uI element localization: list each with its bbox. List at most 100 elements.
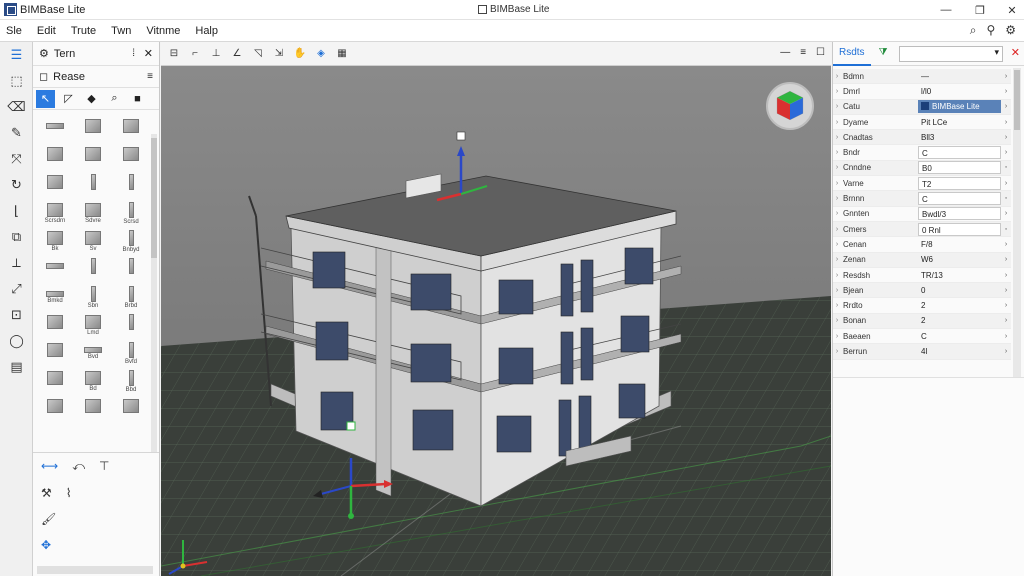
dropdown-arrow-icon[interactable]: › [1001,302,1011,309]
properties-close-icon[interactable]: ✕ [1011,46,1020,59]
draw-tool-icon[interactable]: ◸ [59,90,78,108]
property-value[interactable]: 0 Rnl [918,222,1001,236]
measure-icon[interactable]: ⊡ [0,302,33,328]
menu-item-view[interactable]: Twn [111,25,131,37]
expand-icon[interactable]: › [833,241,841,248]
property-value[interactable]: C [918,146,1001,160]
section-icon[interactable]: ◹ [251,48,265,59]
3d-viewport[interactable]: ⊟ ⌐ ⊥ ∠ ◹ ⇲ ✋ ◈ ▦ — ≡ ☐ [161,42,831,576]
property-value[interactable]: TR/13 [918,269,1001,282]
layers-icon[interactable]: ▤ [0,354,33,380]
scale-icon[interactable]: ⤢ [0,276,33,302]
expand-icon[interactable]: › [833,73,841,80]
properties-selector[interactable]: ▾ [899,46,1003,62]
viewport-maximize-icon[interactable]: ☐ [816,47,825,58]
line-tool-icon[interactable]: ⟷ [41,459,58,474]
element-library-item[interactable] [113,396,149,424]
dropdown-arrow-icon[interactable]: › [1001,119,1011,126]
element-library-item[interactable] [75,396,111,424]
property-row[interactable]: › Dyame Pit LCe › [833,115,1011,131]
element-library-item[interactable]: Bk [37,228,73,256]
tool-panel-hscrollbar[interactable] [37,566,153,574]
orbit-icon[interactable]: ◯ [0,328,33,354]
pick-icon[interactable]: ⇲ [272,48,286,59]
zoom-tool-icon[interactable]: ⌕ [105,90,124,108]
element-library-item[interactable] [37,172,73,200]
expand-icon[interactable]: › [833,302,841,309]
element-library-item[interactable] [75,144,111,172]
expand-icon[interactable]: › [833,272,841,279]
element-library-item[interactable] [37,368,73,396]
property-row[interactable]: › Rrdto 2 › [833,298,1011,314]
settings-icon[interactable]: ⚙ [1005,23,1016,38]
trim-icon[interactable]: ⟂ [0,250,33,276]
account-icon[interactable]: ⚲ [986,23,995,38]
pin-icon[interactable]: ⁞ [132,48,135,59]
tool-panel-scrollbar[interactable] [151,134,157,474]
rebar-tool-icon[interactable]: ⚒ [41,486,52,500]
property-value[interactable]: l/l0 [918,85,1001,98]
viewport-minimize-icon[interactable]: — [780,47,790,58]
viewport-options-icon[interactable]: ≡ [800,47,806,58]
dropdown-arrow-icon[interactable]: › [1001,348,1011,355]
property-row[interactable]: › Resdsh TR/13 › [833,268,1011,284]
view-layout-icon[interactable]: ⊟ [167,48,181,59]
dropdown-arrow-icon[interactable]: › [1001,149,1011,156]
property-row[interactable]: › Cmers 0 Rnl ◦ [833,221,1011,238]
element-library-item[interactable]: Sv [75,228,111,256]
category-menu-icon[interactable]: ≡ [147,71,153,82]
property-value[interactable]: C [918,192,1001,206]
expand-icon[interactable]: › [833,119,841,126]
element-library-item[interactable]: Bvfd [113,340,149,368]
element-library-item[interactable] [37,312,73,340]
dropdown-arrow-icon[interactable]: › [1001,287,1011,294]
rotate-icon[interactable]: ↻ [0,172,33,198]
property-value[interactable]: — [918,70,1001,83]
dropdown-arrow-icon[interactable]: › [1001,103,1011,110]
move-icon[interactable]: ⤧ [0,146,33,172]
property-row[interactable]: › Cenan F/8 › [833,237,1011,253]
dropdown-arrow-icon[interactable]: › [1001,256,1011,263]
fill-tool-icon[interactable]: ■ [128,90,147,108]
pen-icon[interactable]: ✎ [0,120,33,146]
expand-icon[interactable]: › [833,256,841,263]
element-library-item[interactable]: Sdvre [75,200,111,228]
snap-icon[interactable]: ⌐ [188,48,202,59]
element-library-item[interactable] [37,256,73,284]
element-library-item[interactable] [37,340,73,368]
property-value[interactable]: T2 [918,176,1001,190]
tee-tool-icon[interactable]: ⊤ [99,459,109,474]
select-icon[interactable]: ⬚ [0,68,33,94]
property-value[interactable]: 4l [918,345,1001,358]
dropdown-arrow-icon[interactable]: › [1001,241,1011,248]
menu-item-window[interactable]: Vitnme [146,25,180,37]
expand-icon[interactable]: › [833,164,841,171]
properties-tab[interactable]: Rsdts [833,42,871,66]
restore-button[interactable]: ❐ [962,0,998,20]
tool-panel-close-icon[interactable]: ✕ [144,47,153,60]
expand-icon[interactable]: › [833,149,841,156]
expand-icon[interactable]: › [833,103,841,110]
dropdown-arrow-icon[interactable]: › [1001,134,1011,141]
display-mode-icon[interactable]: ▦ [335,48,349,59]
dropdown-arrow-icon[interactable]: › [1001,317,1011,324]
building-model-scene[interactable] [161,66,831,576]
property-row[interactable]: › Berrun 4l › [833,344,1011,360]
property-row[interactable]: › Zenan W6 › [833,252,1011,268]
tool-panel-gear-icon[interactable]: ⚙ [39,47,49,60]
minimize-button[interactable]: — [928,0,964,20]
expand-icon[interactable]: › [833,210,841,217]
expand-icon[interactable]: › [833,287,841,294]
expand-icon[interactable]: › [833,317,841,324]
curve-tool-icon[interactable]: ⌇ [66,486,72,500]
property-value[interactable]: 2 [918,314,1001,327]
menu-item-help[interactable]: Halp [195,25,218,37]
property-value[interactable]: B0 [918,161,1001,175]
menu-item-create[interactable]: Trute [71,25,96,37]
arc-tool-icon[interactable]: ⤺ [72,459,85,474]
angle-icon[interactable]: ∠ [230,48,244,59]
expand-icon[interactable]: › [833,180,841,187]
element-library-item[interactable] [113,144,149,172]
element-library-item[interactable] [113,312,149,340]
element-library-item[interactable]: Brbd [113,284,149,312]
